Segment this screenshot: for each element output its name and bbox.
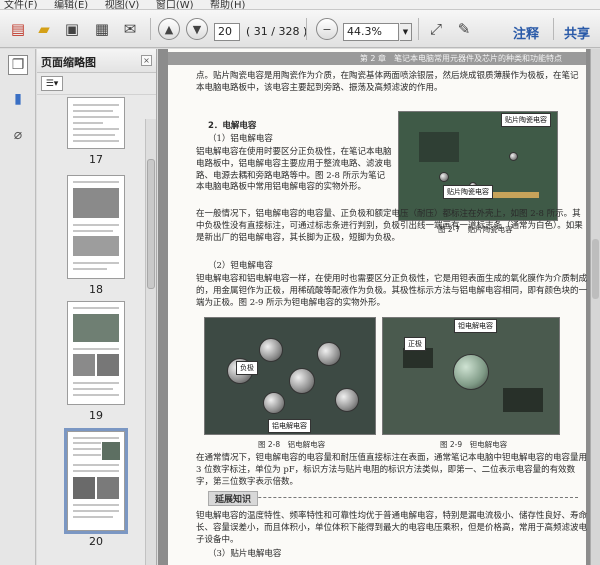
figure-callout: 贴片陶瓷电容 — [443, 185, 493, 199]
extension-box-title: 延展知识 — [208, 491, 259, 506]
thumbnails-panel: 页面缩略图 × ☰▾ 17 18 19 20 — [37, 49, 157, 565]
section-heading: 2．电解电容 — [208, 121, 257, 131]
page-thumbnails-tab[interactable]: ❐ — [8, 55, 28, 75]
thumbnail-label: 20 — [89, 535, 103, 548]
navigation-pane: ❐ ▮ ⌀ — [0, 49, 36, 565]
attachments-tab[interactable]: ⌀ — [8, 125, 28, 145]
paragraph: 钽电解电容的温度特性、频率特性和可靠性均优于普通电解电容，特别是漏电流极小、储存… — [196, 511, 588, 545]
thumbnail-page-18[interactable] — [67, 175, 125, 279]
email-button[interactable]: ✉ — [118, 17, 142, 41]
thumbnail-page-19[interactable] — [67, 301, 125, 405]
toolbar-divider — [553, 18, 554, 40]
thumbnails-options-bar: ☰▾ — [37, 73, 156, 95]
zoom-input[interactable]: 44.3% — [343, 23, 399, 41]
thumbnail-page-20[interactable] — [64, 428, 128, 534]
menu-window[interactable]: 窗口(W) — [156, 0, 194, 9]
page-number-input[interactable]: 20 — [214, 23, 240, 41]
figure-callout: 贴片陶瓷电容 — [501, 113, 551, 127]
toolbar-divider — [306, 18, 307, 40]
arrow-up-icon: ▲ — [158, 18, 180, 40]
paragraph: 点。贴片陶瓷电容是用陶瓷作为介质，在陶瓷基体两面喷涂银层，然后烧成银质薄膜作为极… — [196, 71, 579, 93]
subsection-heading: （1）铝电解电容 — [208, 134, 273, 144]
thumbnail-label: 17 — [89, 153, 103, 166]
envelope-icon: ✉ — [123, 20, 137, 38]
thumbnail-options-button[interactable]: ☰▾ — [41, 76, 63, 91]
printer-icon: ▦ — [94, 20, 110, 38]
expand-icon: ⤢ — [429, 20, 442, 38]
paragraph: 在一般情况下，铝电解电容的电容量、正负极和额定电压（耐压）都标注在外壳上，如图 … — [196, 209, 583, 243]
figure-2-9-image — [382, 317, 560, 435]
next-page-button[interactable]: ▼ — [185, 17, 209, 41]
menu-file[interactable]: 文件(F) — [4, 0, 38, 9]
folder-icon: ▰ — [38, 20, 50, 38]
open-file-button[interactable]: ▰ — [32, 17, 56, 41]
thumbnails-scrollbar[interactable] — [145, 119, 156, 565]
create-pdf-icon: ▤ — [10, 20, 26, 38]
fit-page-button[interactable]: ⤢ — [424, 17, 448, 41]
thumbnail-label: 19 — [89, 409, 103, 422]
share-button[interactable]: 共享 — [564, 23, 590, 42]
zoom-out-button[interactable]: − — [315, 17, 339, 41]
thumbnail-label: 18 — [89, 283, 103, 296]
thumbnails-scroll-thumb[interactable] — [147, 159, 155, 289]
menu-bar: 文件(F) 编辑(E) 视图(V) 窗口(W) 帮助(H) — [0, 0, 600, 10]
thumbnails-panel-header: 页面缩略图 × — [37, 49, 156, 73]
figure-caption: 图 2-8 铝电解电容 — [258, 440, 326, 449]
toolbar: ▤ ▰ ▣ ▦ ✉ ▲ ▼ 20 ( 31 / 328 ) − 44.3% ▼ … — [0, 10, 600, 48]
chevron-down-icon: ▼ — [402, 28, 409, 36]
zoom-dropdown-button[interactable]: ▼ — [400, 23, 412, 41]
thumbnail-page-17[interactable] — [67, 97, 125, 149]
close-panel-button[interactable]: × — [141, 55, 152, 66]
create-pdf-button[interactable]: ▤ — [6, 17, 30, 41]
subsection-heading: （3）贴片电解电容 — [208, 549, 282, 559]
paragraph: 铝电解电容在使用时要区分正负极性，在笔记本电脑电路板中，铝电解电容主要应用于整流… — [196, 147, 392, 193]
figure-2-7-image — [398, 111, 558, 221]
toolbar-divider — [150, 18, 151, 40]
document-scroll-thumb[interactable] — [592, 239, 599, 299]
bookmarks-tab[interactable]: ▮ — [8, 89, 28, 109]
minus-icon: − — [316, 18, 338, 40]
menu-view[interactable]: 视图(V) — [105, 0, 140, 9]
figure-callout: 钽电解电容 — [454, 319, 497, 333]
bookmark-icon: ▮ — [14, 91, 22, 107]
close-icon: × — [143, 56, 150, 65]
save-icon: ▣ — [64, 20, 80, 38]
arrow-down-icon: ▼ — [186, 18, 208, 40]
page-count: ( 31 / 328 ) — [246, 25, 308, 38]
figure-callout: 铝电解电容 — [268, 419, 311, 433]
toolbar-divider — [418, 18, 419, 40]
annotate-button[interactable]: 注释 — [513, 23, 539, 42]
menu-help[interactable]: 帮助(H) — [210, 0, 245, 9]
previous-page-button[interactable]: ▲ — [157, 17, 181, 41]
thumbnails-panel-title: 页面缩略图 — [41, 56, 96, 69]
save-button[interactable]: ▣ — [60, 17, 84, 41]
subsection-heading: （2）钽电解电容 — [208, 261, 273, 271]
paperclip-icon: ⌀ — [13, 127, 23, 143]
document-view: 第 2 章 笔记本电脑常用元器件及芯片的种类和功能特点 点。贴片陶瓷电容是用陶瓷… — [158, 49, 600, 565]
figure-callout: 正极 — [404, 337, 426, 351]
menu-edit[interactable]: 编辑(E) — [54, 0, 88, 9]
comment-button[interactable]: ✎ — [452, 17, 476, 41]
document-scrollbar[interactable] — [590, 49, 600, 565]
paragraph: 在通常情况下，钽电解电容的电容量和耐压值直接标注在表面，通常笔记本电脑中钽电解电… — [196, 453, 588, 487]
figure-callout: 负极 — [236, 361, 258, 375]
pen-icon: ✎ — [457, 20, 471, 38]
figure-2-8-image — [204, 317, 376, 435]
options-menu-icon: ☰▾ — [45, 78, 59, 89]
figure-caption: 图 2-9 钽电解电容 — [440, 440, 508, 449]
running-header: 第 2 章 笔记本电脑常用元器件及芯片的种类和功能特点 — [168, 52, 586, 65]
pages-icon: ❐ — [11, 57, 25, 73]
extension-box-border — [208, 497, 578, 508]
document-page: 第 2 章 笔记本电脑常用元器件及芯片的种类和功能特点 点。贴片陶瓷电容是用陶瓷… — [168, 49, 588, 565]
paragraph: 钽电解电容和铝电解电容一样，在使用时也需要区分正负极性，它是用钽表面生成的氧化膜… — [196, 274, 588, 308]
print-button[interactable]: ▦ — [90, 17, 114, 41]
